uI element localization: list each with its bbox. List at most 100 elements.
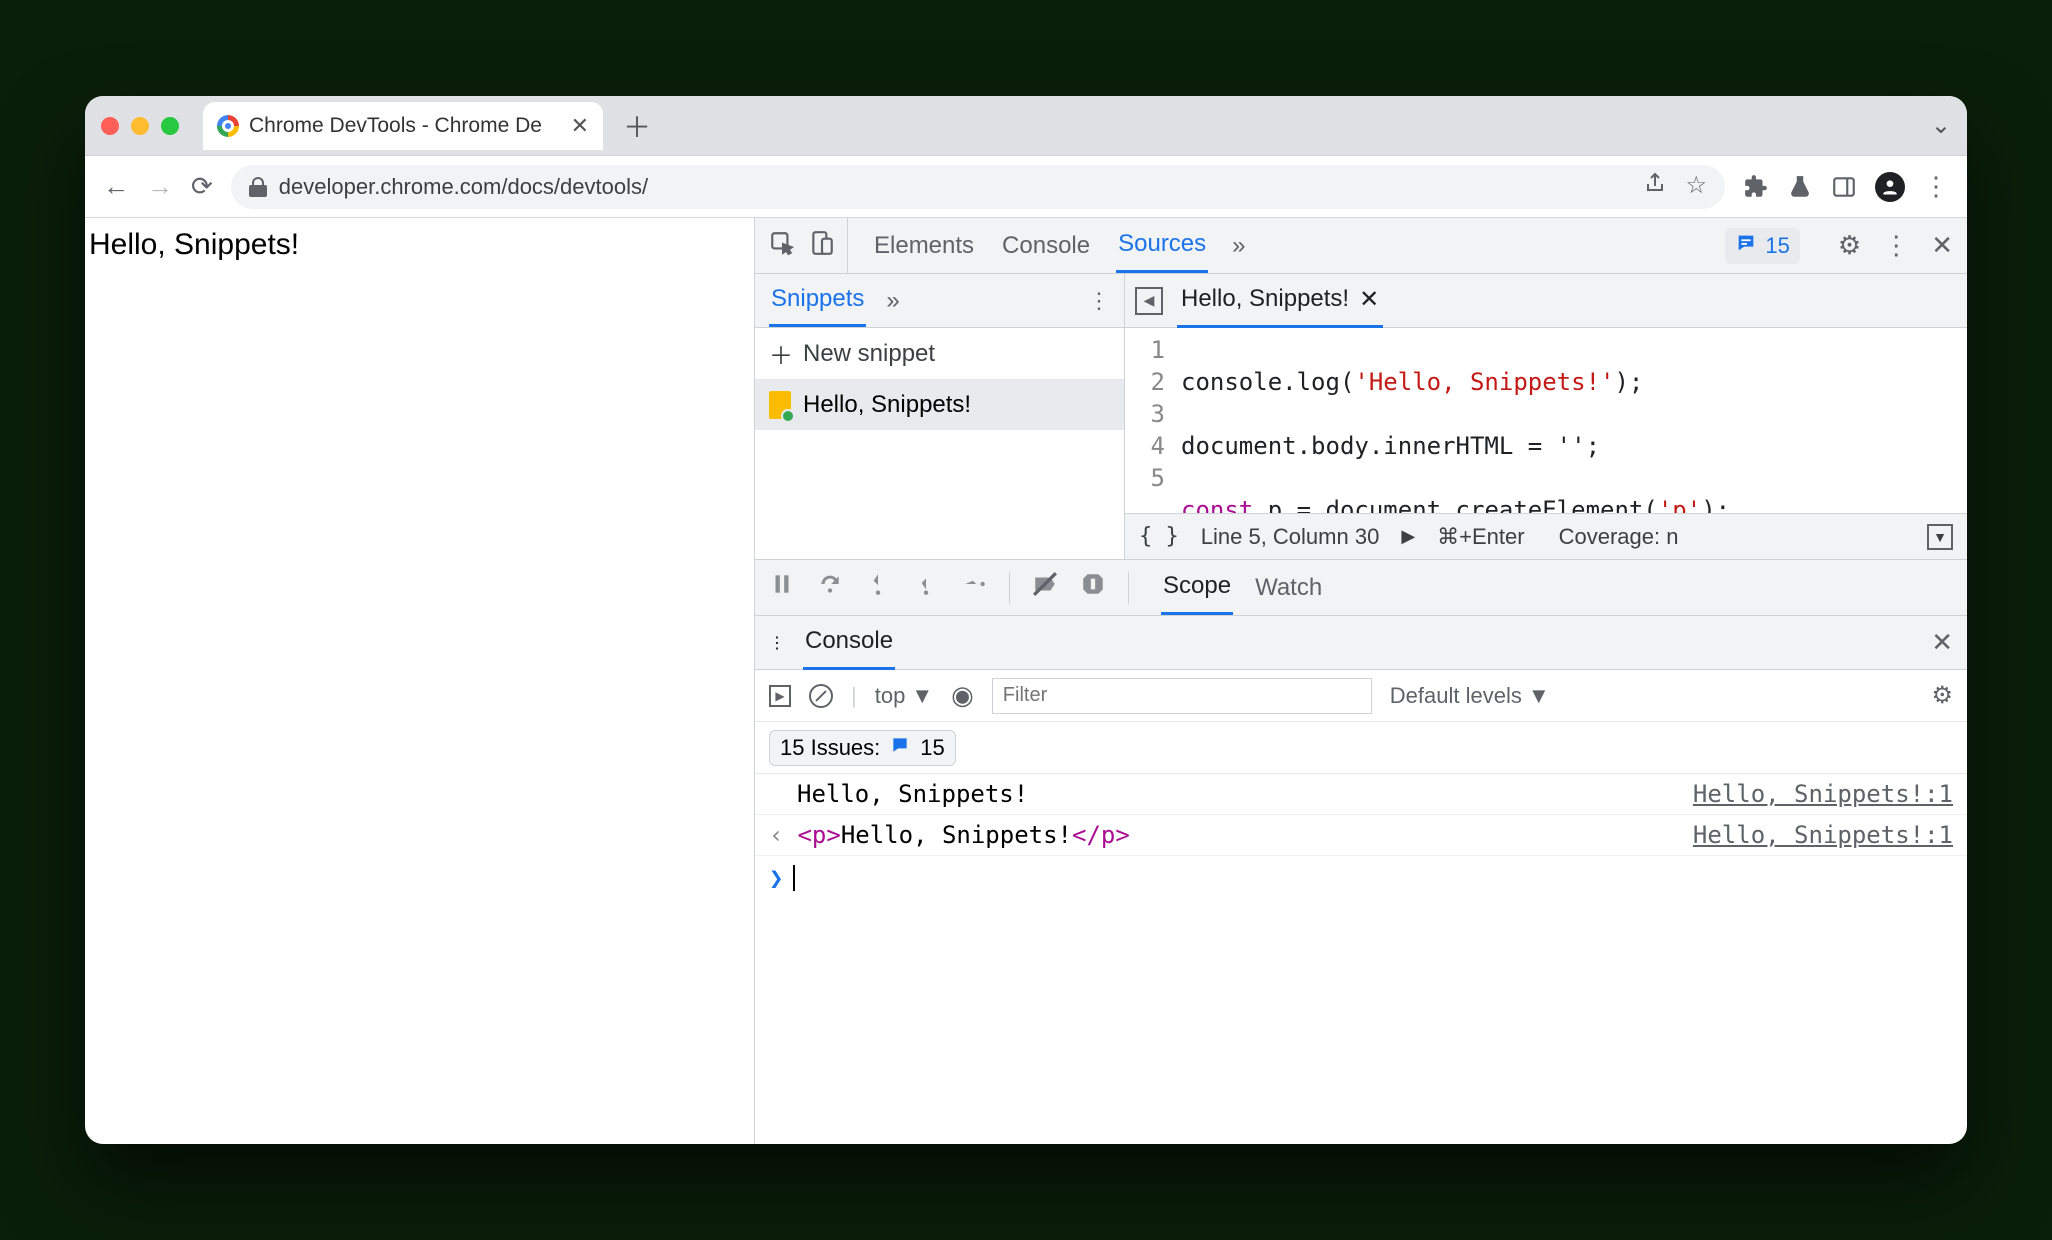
new-tab-button[interactable]: ＋ bbox=[623, 106, 651, 146]
content-area: Hello, Snippets! Elements Console Source… bbox=[85, 218, 1967, 1144]
deactivate-breakpoints-icon[interactable] bbox=[1032, 571, 1058, 604]
tab-sources[interactable]: Sources bbox=[1116, 218, 1208, 273]
browser-tab[interactable]: Chrome DevTools - Chrome De ✕ bbox=[203, 102, 603, 150]
browser-window: Chrome DevTools - Chrome De ✕ ＋ ⌄ ← → ⟳ … bbox=[85, 96, 1967, 1144]
pause-exceptions-icon[interactable] bbox=[1080, 571, 1106, 604]
snippet-file-icon bbox=[769, 391, 791, 419]
console-log-row: Hello, Snippets! Hello, Snippets!:1 bbox=[755, 774, 1967, 815]
console-prompt[interactable]: ❯ bbox=[755, 856, 1967, 900]
prompt-chevron-icon: ❯ bbox=[769, 864, 783, 892]
page-body-text: Hello, Snippets! bbox=[85, 228, 754, 262]
tabs-overflow-icon[interactable]: ⌄ bbox=[1931, 111, 1951, 140]
step-out-icon[interactable] bbox=[913, 571, 939, 604]
minimize-window-button[interactable] bbox=[131, 117, 149, 135]
editor-tab-label: Hello, Snippets! bbox=[1181, 285, 1349, 313]
step-icon[interactable] bbox=[961, 571, 987, 604]
devtools-panel: Elements Console Sources » 15 ⚙ ⋮ ✕ bbox=[755, 218, 1967, 1144]
log-text: Hello, Snippets! bbox=[797, 780, 1028, 808]
live-expression-icon[interactable]: ◉ bbox=[951, 680, 974, 711]
chat-icon bbox=[890, 735, 910, 761]
expand-icon[interactable]: ‹ bbox=[769, 821, 783, 849]
drawer-tabs: ⋮ Console ✕ bbox=[755, 616, 1967, 670]
filter-input[interactable] bbox=[992, 678, 1372, 714]
address-bar[interactable]: developer.chrome.com/docs/devtools/ ☆ bbox=[231, 165, 1725, 209]
toggle-navigator-icon[interactable] bbox=[1135, 287, 1163, 315]
run-icon[interactable]: ▶ bbox=[1401, 526, 1415, 547]
issues-chip[interactable]: 15 Issues: 15 bbox=[769, 730, 956, 766]
tab-close-icon[interactable]: ✕ bbox=[571, 113, 589, 139]
sources-row: Snippets » ⋮ ＋ New snippet Hello, Snippe… bbox=[755, 274, 1967, 560]
navigator-overflow-icon[interactable]: » bbox=[886, 287, 899, 315]
tab-console[interactable]: Console bbox=[1000, 220, 1092, 272]
tab-scope[interactable]: Scope bbox=[1161, 560, 1233, 615]
extensions-icon[interactable] bbox=[1743, 174, 1769, 200]
device-toolbar-icon[interactable] bbox=[809, 230, 835, 261]
reload-button[interactable]: ⟳ bbox=[191, 171, 213, 202]
step-into-icon[interactable] bbox=[865, 571, 891, 604]
tabs-overflow-icon[interactable]: » bbox=[1232, 232, 1245, 260]
pretty-print-icon[interactable]: { } bbox=[1139, 524, 1179, 549]
plus-icon: ＋ bbox=[769, 336, 793, 371]
forward-button[interactable]: → bbox=[147, 171, 173, 202]
log-levels-selector[interactable]: Default levels▼ bbox=[1390, 683, 1550, 709]
url-text: developer.chrome.com/docs/devtools/ bbox=[279, 174, 648, 200]
chat-icon bbox=[1735, 232, 1757, 260]
context-selector[interactable]: top▼ bbox=[875, 683, 933, 709]
tab-strip: Chrome DevTools - Chrome De ✕ ＋ ⌄ bbox=[85, 96, 1967, 156]
issues-label: 15 Issues: bbox=[780, 735, 880, 761]
inspect-element-icon[interactable] bbox=[769, 230, 795, 261]
devtools-menu-icon[interactable]: ⋮ bbox=[1883, 230, 1909, 261]
editor-pane: Hello, Snippets! ✕ 1 2 3 4 5 console.log… bbox=[1125, 274, 1967, 559]
issues-count: 15 bbox=[920, 735, 944, 761]
log-source-link[interactable]: Hello, Snippets!:1 bbox=[1693, 821, 1953, 849]
navigator-menu-icon[interactable]: ⋮ bbox=[1088, 288, 1110, 314]
settings-icon[interactable]: ⚙ bbox=[1838, 230, 1861, 261]
show-more-icon[interactable]: ▼ bbox=[1927, 524, 1953, 550]
sidepanel-icon[interactable] bbox=[1831, 174, 1857, 200]
drawer-close-icon[interactable]: ✕ bbox=[1931, 627, 1953, 658]
close-window-button[interactable] bbox=[101, 117, 119, 135]
snippet-item-label: Hello, Snippets! bbox=[803, 391, 971, 419]
tab-elements[interactable]: Elements bbox=[872, 220, 976, 272]
new-snippet-button[interactable]: ＋ New snippet bbox=[755, 328, 1124, 380]
editor-tabs: Hello, Snippets! ✕ bbox=[1125, 274, 1967, 328]
devtools-tabs: Elements Console Sources » 15 ⚙ ⋮ ✕ bbox=[755, 218, 1967, 274]
tab-watch[interactable]: Watch bbox=[1255, 574, 1322, 602]
chrome-menu-icon[interactable]: ⋮ bbox=[1923, 171, 1949, 202]
back-button[interactable]: ← bbox=[103, 171, 129, 202]
clear-console-icon[interactable] bbox=[809, 684, 833, 708]
pause-icon[interactable] bbox=[769, 571, 795, 604]
issues-badge[interactable]: 15 bbox=[1725, 228, 1799, 264]
step-over-icon[interactable] bbox=[817, 571, 843, 604]
profile-avatar[interactable] bbox=[1875, 172, 1905, 202]
bookmark-icon[interactable]: ☆ bbox=[1685, 171, 1707, 202]
chrome-favicon-icon bbox=[217, 115, 239, 137]
drawer-menu-icon[interactable]: ⋮ bbox=[769, 633, 785, 653]
code-lines: console.log('Hello, Snippets!'); documen… bbox=[1173, 328, 1967, 513]
tab-title: Chrome DevTools - Chrome De bbox=[249, 114, 561, 138]
browser-toolbar: ← → ⟳ developer.chrome.com/docs/devtools… bbox=[85, 156, 1967, 218]
fullscreen-window-button[interactable] bbox=[161, 117, 179, 135]
editor-tab-close-icon[interactable]: ✕ bbox=[1359, 285, 1379, 314]
issues-row: 15 Issues: 15 bbox=[755, 722, 1967, 774]
cursor bbox=[793, 865, 795, 891]
log-source-link[interactable]: Hello, Snippets!:1 bbox=[1693, 780, 1953, 808]
cursor-position: Line 5, Column 30 bbox=[1201, 524, 1380, 550]
share-icon[interactable] bbox=[1643, 171, 1667, 202]
labs-icon[interactable] bbox=[1787, 174, 1813, 200]
devtools-close-icon[interactable]: ✕ bbox=[1931, 230, 1953, 261]
console-sidebar-icon[interactable]: ▶ bbox=[769, 685, 791, 707]
code-editor[interactable]: 1 2 3 4 5 console.log('Hello, Snippets!'… bbox=[1125, 328, 1967, 513]
snippets-pane: Snippets » ⋮ ＋ New snippet Hello, Snippe… bbox=[755, 274, 1125, 559]
editor-tab[interactable]: Hello, Snippets! ✕ bbox=[1177, 274, 1383, 328]
tab-snippets[interactable]: Snippets bbox=[769, 274, 866, 327]
coverage-label: Coverage: n bbox=[1559, 524, 1679, 550]
html-tag: <p> bbox=[797, 821, 840, 849]
html-tag: </p> bbox=[1072, 821, 1130, 849]
console-settings-icon[interactable]: ⚙ bbox=[1931, 681, 1953, 710]
new-snippet-label: New snippet bbox=[803, 340, 935, 368]
editor-statusbar: { } Line 5, Column 30 ▶ ⌘+Enter Coverage… bbox=[1125, 513, 1967, 559]
navigator-tabs: Snippets » ⋮ bbox=[755, 274, 1124, 328]
drawer-tab-console[interactable]: Console bbox=[803, 615, 895, 670]
snippet-item[interactable]: Hello, Snippets! bbox=[755, 380, 1124, 430]
